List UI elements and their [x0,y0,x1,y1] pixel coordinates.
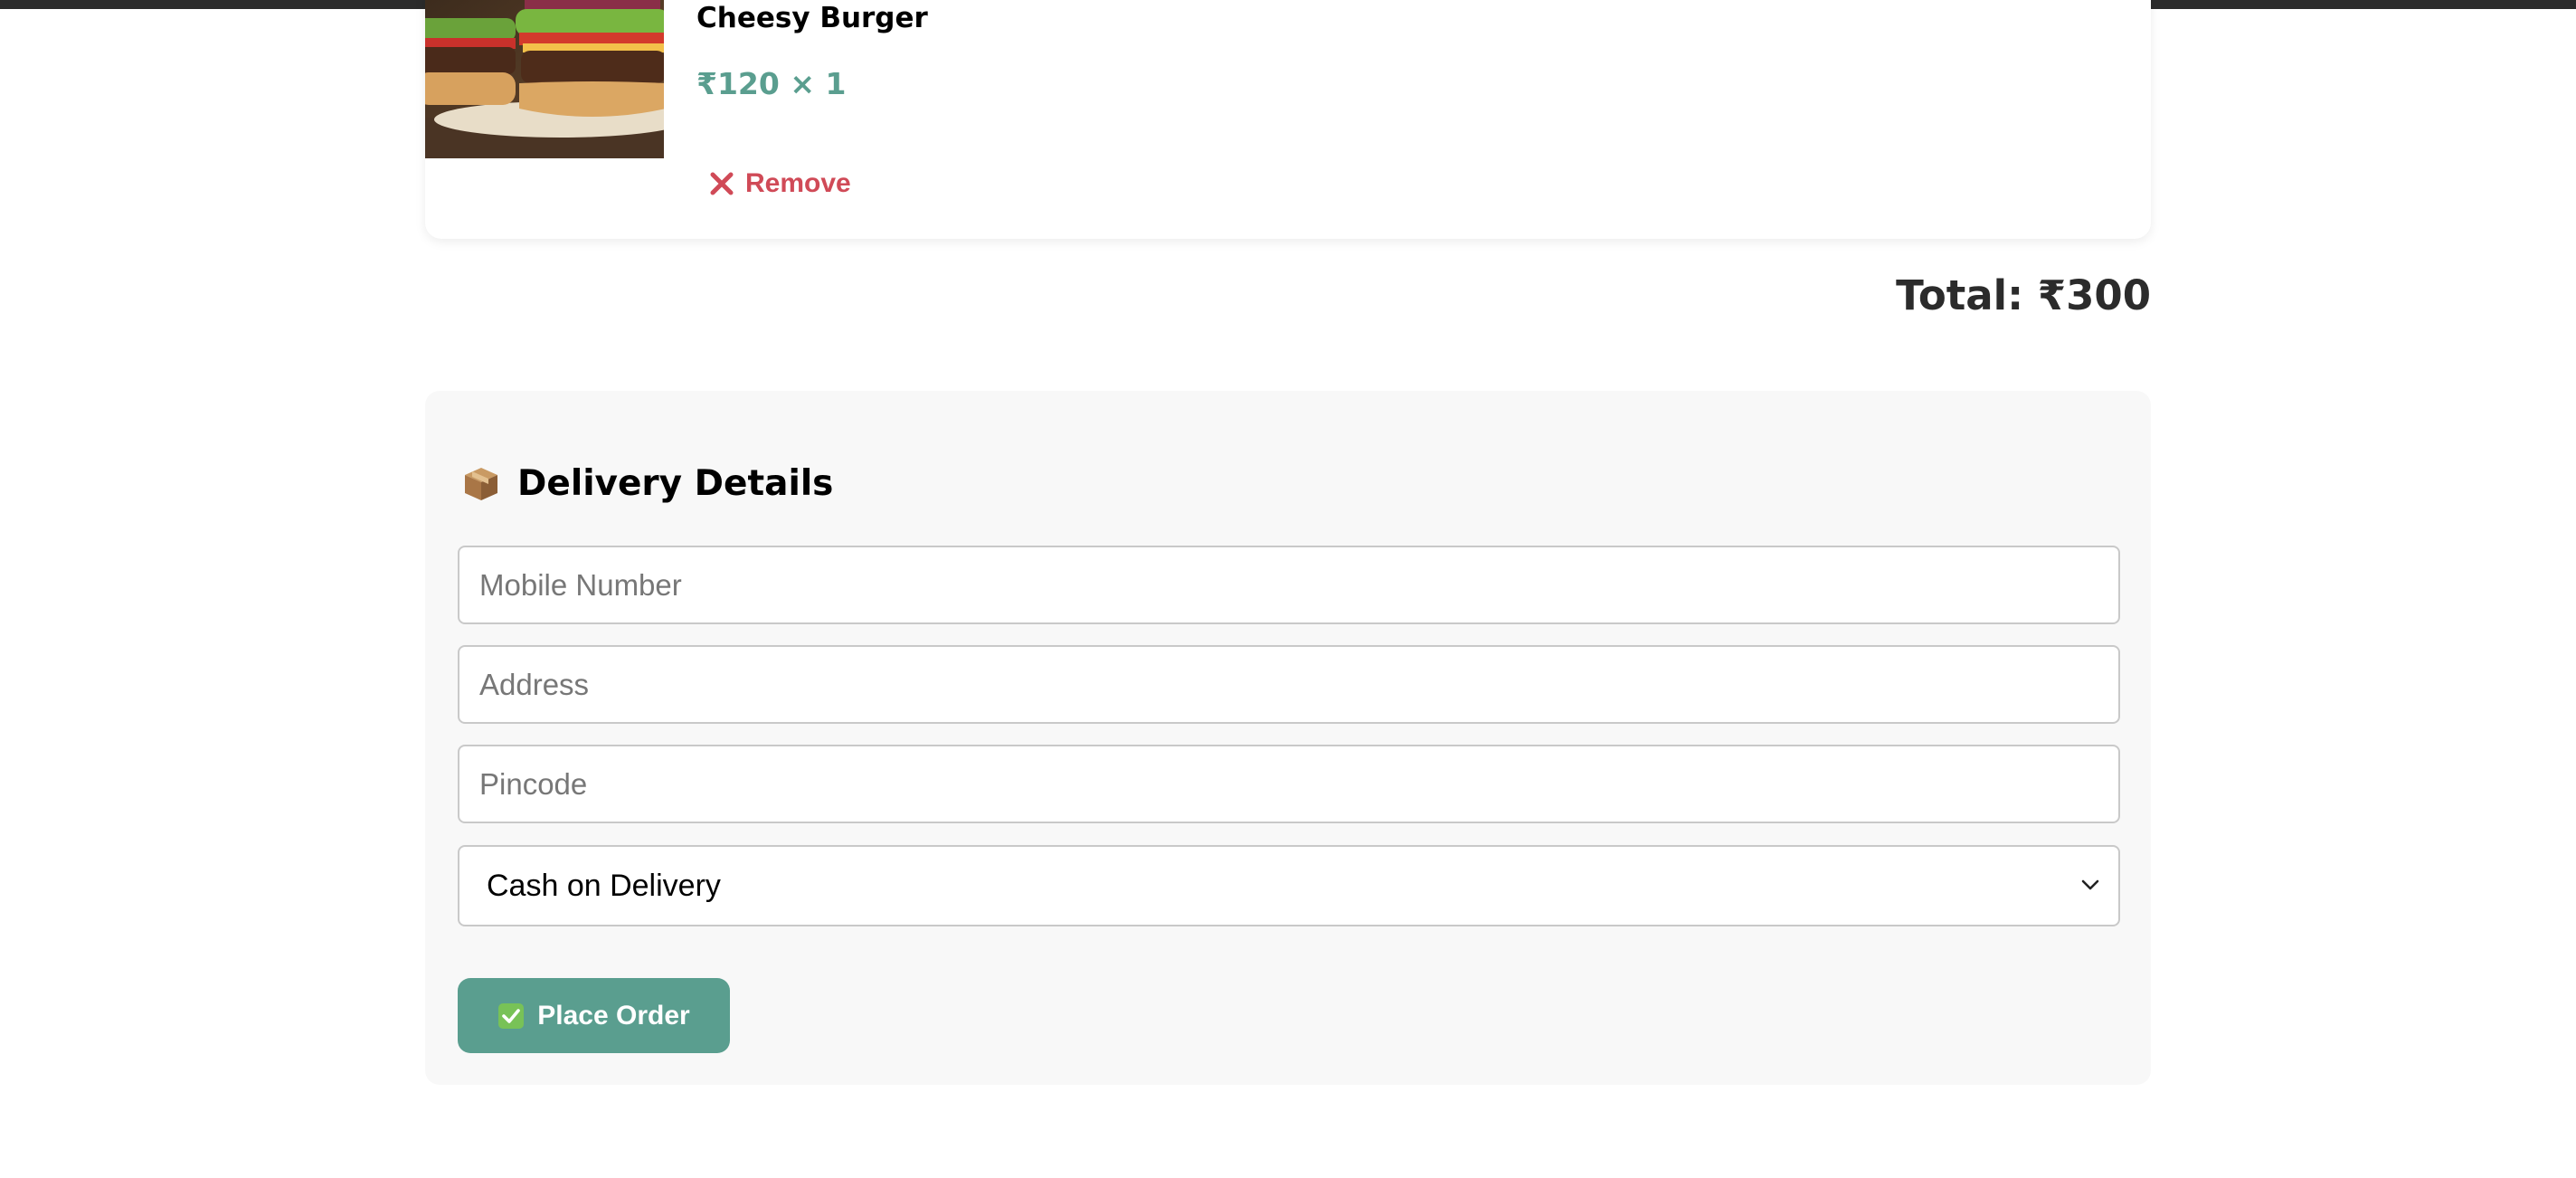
payment-method-select[interactable]: Cash on Delivery [458,845,2120,926]
close-icon [710,172,734,195]
pincode-input[interactable] [458,745,2120,823]
item-name: Cheesy Burger [696,2,928,34]
burger-image [425,0,664,158]
check-icon [498,1002,525,1029]
chevron-down-icon [2081,879,2099,890]
remove-button[interactable]: Remove [707,168,851,199]
payment-method-value: Cash on Delivery [487,869,721,903]
address-input[interactable] [458,645,2120,724]
burger-photo-icon [425,0,664,158]
remove-label: Remove [745,168,851,198]
mobile-number-input[interactable] [458,546,2120,624]
place-order-button[interactable]: Place Order [458,978,730,1053]
delivery-details-form: Delivery Details Cash on Delivery Place … [425,391,2151,1085]
cart-item-card: Cheesy Burger ₹120 × 1 Remove [425,0,2151,239]
cart-total: Total: ₹300 [1896,271,2151,319]
item-price-quantity: ₹120 × 1 [696,66,847,101]
section-heading: Delivery Details [461,463,833,504]
place-order-label: Place Order [537,1000,690,1031]
package-icon [465,467,497,500]
delivery-details-title: Delivery Details [517,463,834,504]
